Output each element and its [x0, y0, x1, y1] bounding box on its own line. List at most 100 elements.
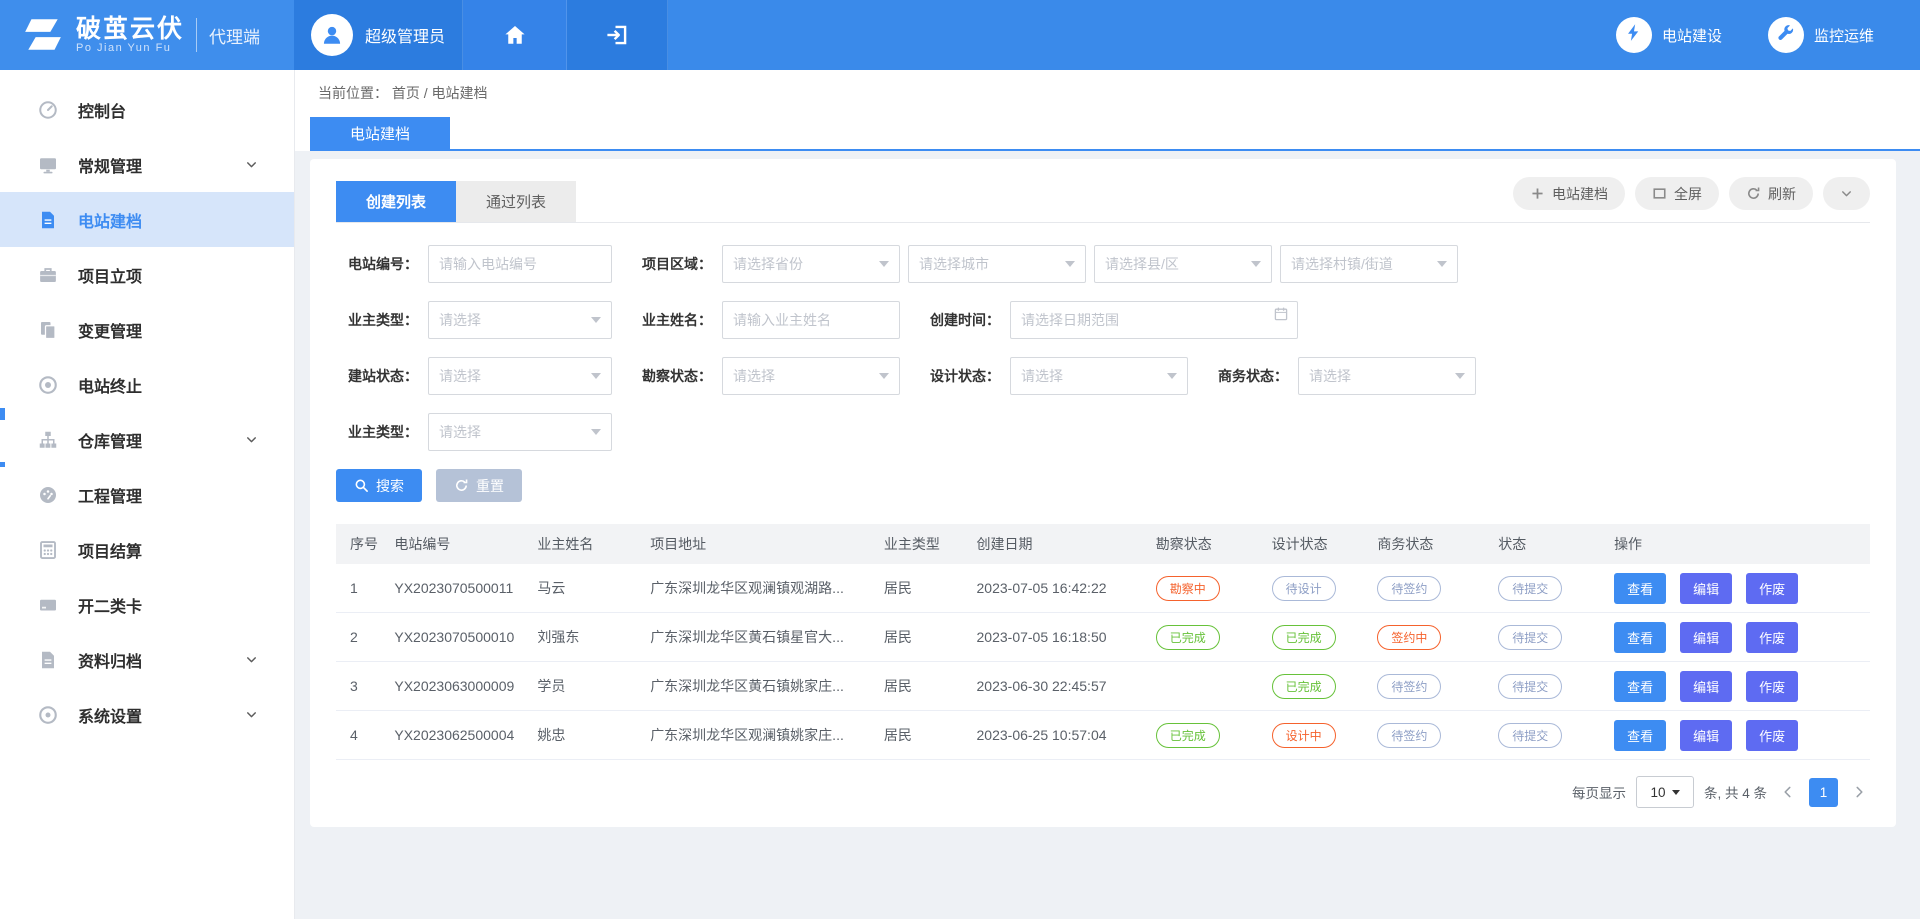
archive-icon: [38, 649, 60, 671]
brand-subtitle: Po Jian Yun Fu: [76, 42, 184, 55]
chevron-right-icon: [1852, 785, 1866, 799]
刷新-button[interactable]: 刷新: [1729, 177, 1813, 210]
查看-button[interactable]: 查看: [1614, 573, 1666, 604]
filter-select-请选择[interactable]: 请选择: [1298, 357, 1476, 395]
pagination: 每页显示 10 条, 共 4 条 1: [336, 776, 1870, 808]
chevron-down-icon: [879, 373, 889, 379]
编辑-button[interactable]: 编辑: [1680, 622, 1732, 653]
toolbar-button-label: 刷新: [1768, 184, 1796, 204]
filter-select-请选择省份[interactable]: 请选择省份: [722, 245, 900, 283]
user-name: 超级管理员: [365, 23, 445, 47]
header-nav-监控运维[interactable]: 监控运维: [1768, 17, 1874, 53]
sidebar-item-label: 电站终止: [78, 373, 142, 397]
filter-input-请输入电站编号[interactable]: 请输入电站编号: [428, 245, 612, 283]
survey-status-cell: [1150, 662, 1266, 711]
project-address: 广东深圳龙华区观澜镇姚家庄...: [644, 711, 878, 760]
查看-button[interactable]: 查看: [1614, 720, 1666, 751]
sidebar-item-开二类卡[interactable]: 开二类卡: [0, 577, 294, 632]
filter-select-请选择[interactable]: 请选择: [428, 357, 612, 395]
作废-button[interactable]: 作废: [1746, 720, 1798, 751]
chevron-down-icon: [1455, 373, 1465, 379]
column-header-设计状态: 设计状态: [1266, 524, 1372, 564]
作废-button[interactable]: 作废: [1746, 573, 1798, 604]
sidebar-menu: 控制台常规管理电站建档项目立项变更管理电站终止仓库管理工程管理项目结算开二类卡资…: [0, 70, 294, 742]
table-row: 4YX2023062500004姚忠广东深圳龙华区观澜镇姚家庄...居民2023…: [336, 711, 1870, 760]
sidebar-item-仓库管理[interactable]: 仓库管理: [0, 412, 294, 467]
created-date: 2023-07-05 16:18:50: [971, 613, 1150, 662]
search-button[interactable]: 搜索: [336, 469, 422, 502]
header-nav-电站建设[interactable]: 电站建设: [1616, 17, 1722, 53]
station-code: YX2023070500011: [388, 564, 531, 613]
全屏-button[interactable]: 全屏: [1635, 177, 1719, 210]
sidebar-item-label: 仓库管理: [78, 428, 142, 452]
created-date: 2023-07-05 16:42:22: [971, 564, 1150, 613]
chevron-down-icon: [1065, 261, 1075, 267]
filter-select-请选择[interactable]: 请选择: [428, 301, 612, 339]
chevron-down-icon: [1672, 790, 1680, 795]
sidebar-item-常规管理[interactable]: 常规管理: [0, 137, 294, 192]
sidebar-item-电站终止[interactable]: 电站终止: [0, 357, 294, 412]
project-address: 广东深圳龙华区观澜镇观湖路...: [644, 564, 878, 613]
sidebar-item-电站建档[interactable]: 电站建档: [0, 192, 294, 247]
search-button-label: 搜索: [376, 476, 404, 496]
编辑-button[interactable]: 编辑: [1680, 573, 1732, 604]
collapse-button[interactable]: [1823, 177, 1870, 210]
status-badge-待提交: 待提交: [1498, 576, 1562, 601]
column-header-序号: 序号: [336, 524, 388, 564]
status-badge-待提交: 待提交: [1498, 625, 1562, 650]
filter-label: 业主类型：: [336, 422, 428, 442]
logout-button[interactable]: [567, 0, 668, 70]
home-button[interactable]: [463, 0, 567, 70]
next-page-button[interactable]: [1848, 785, 1870, 799]
current-user[interactable]: 超级管理员: [294, 0, 463, 70]
sidebar-item-项目结算[interactable]: 项目结算: [0, 522, 294, 577]
tab-通过列表[interactable]: 通过列表: [456, 181, 576, 222]
owner-type: 居民: [878, 711, 971, 760]
status-badge-待签约: 待签约: [1377, 576, 1441, 601]
reset-button[interactable]: 重置: [436, 469, 522, 502]
作废-button[interactable]: 作废: [1746, 622, 1798, 653]
plus-icon: [1530, 186, 1545, 201]
tab-创建列表[interactable]: 创建列表: [336, 181, 456, 222]
sidebar-item-label: 控制台: [78, 98, 126, 122]
column-header-操作: 操作: [1608, 524, 1870, 564]
sidebar-item-系统设置[interactable]: 系统设置: [0, 687, 294, 742]
owner-type: 居民: [878, 662, 971, 711]
filter-select-请选择城市[interactable]: 请选择城市: [908, 245, 1086, 283]
page-number-1[interactable]: 1: [1809, 778, 1838, 807]
查看-button[interactable]: 查看: [1614, 671, 1666, 702]
page-tab-active[interactable]: 电站建档: [310, 117, 450, 149]
filter-select-请选择村镇/街道[interactable]: 请选择村镇/街道: [1280, 245, 1458, 283]
filter-group: 业主类型：请选择: [336, 413, 612, 451]
sidebar-item-label: 资料归档: [78, 648, 142, 672]
filter-input-请选择日期范围[interactable]: 请选择日期范围: [1010, 301, 1298, 339]
status-badge-待提交: 待提交: [1498, 674, 1562, 699]
filter-select-请选择[interactable]: 请选择: [722, 357, 900, 395]
sidebar-item-控制台[interactable]: 控制台: [0, 82, 294, 137]
查看-button[interactable]: 查看: [1614, 622, 1666, 653]
column-header-项目地址: 项目地址: [644, 524, 878, 564]
per-page-select[interactable]: 10: [1636, 776, 1694, 808]
作废-button[interactable]: 作废: [1746, 671, 1798, 702]
sidebar-item-工程管理[interactable]: 工程管理: [0, 467, 294, 522]
编辑-button[interactable]: 编辑: [1680, 720, 1732, 751]
header-right-nav: 电站建设 监控运维: [1616, 0, 1920, 70]
sidebar-item-资料归档[interactable]: 资料归档: [0, 632, 294, 687]
station-code: YX2023062500004: [388, 711, 531, 760]
row-index: 2: [336, 613, 388, 662]
filter-input-请输入业主姓名[interactable]: 请输入业主姓名: [722, 301, 900, 339]
actions-cell: 查看编辑作废: [1608, 564, 1870, 613]
chevron-down-icon: [245, 708, 258, 721]
sidebar-item-项目立项[interactable]: 项目立项: [0, 247, 294, 302]
sidebar-item-变更管理[interactable]: 变更管理: [0, 302, 294, 357]
电站建档-button[interactable]: 电站建档: [1513, 177, 1625, 210]
breadcrumb: 当前位置： 首页 / 电站建档: [294, 83, 1920, 117]
prev-page-button[interactable]: [1777, 785, 1799, 799]
编辑-button[interactable]: 编辑: [1680, 671, 1732, 702]
filter-select-请选择[interactable]: 请选择: [428, 413, 612, 451]
filter-group: 业主类型：请选择: [336, 301, 612, 339]
created-date: 2023-06-30 22:45:57: [971, 662, 1150, 711]
filter-select-请选择[interactable]: 请选择: [1010, 357, 1188, 395]
chevron-down-icon: [591, 373, 601, 379]
filter-select-请选择县/区[interactable]: 请选择县/区: [1094, 245, 1272, 283]
